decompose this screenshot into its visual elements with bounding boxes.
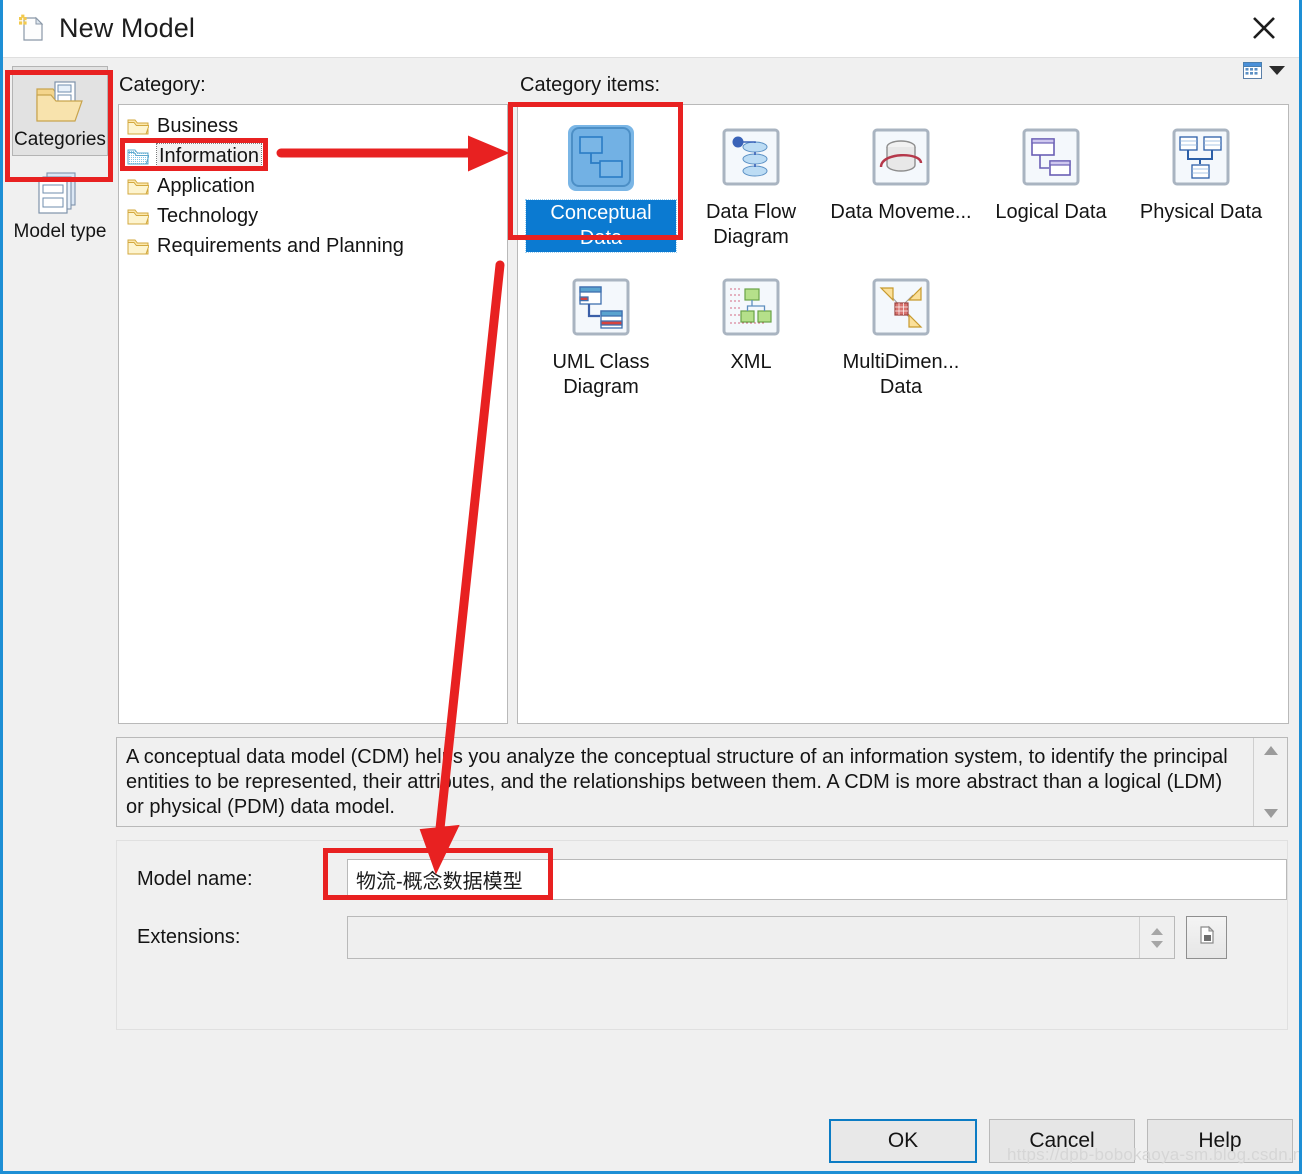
uml-class-diagram-icon bbox=[568, 275, 634, 341]
item-label: Logical Data bbox=[995, 201, 1107, 223]
item-label: XML bbox=[730, 351, 772, 373]
category-items-header: Category items: bbox=[520, 74, 661, 96]
extensions-browse-button[interactable] bbox=[1186, 916, 1227, 959]
item-xml[interactable]: XML bbox=[676, 265, 826, 415]
data-movement-icon bbox=[868, 125, 934, 191]
category-list-item-label: Application bbox=[157, 175, 255, 197]
folder-icon bbox=[127, 117, 150, 136]
logical-data-icon bbox=[1018, 125, 1084, 191]
new-model-dialog: New Model Categories Model type Category… bbox=[0, 0, 1302, 1174]
chevron-up-icon[interactable] bbox=[1151, 927, 1163, 935]
rail-item-label: Categories bbox=[14, 129, 106, 150]
category-list-item-label: Requirements and Planning bbox=[157, 235, 404, 257]
model-name-input[interactable]: 物流-概念数据模型 bbox=[347, 859, 1287, 900]
category-list-item[interactable]: Requirements and Planning bbox=[119, 231, 507, 261]
description-panel: A conceptual data model (CDM) helps you … bbox=[116, 737, 1288, 827]
mode-rail: Categories Model type bbox=[6, 58, 114, 1168]
folder-icon bbox=[127, 177, 150, 196]
description-scrollbar[interactable] bbox=[1253, 738, 1287, 826]
grid-view-icon[interactable] bbox=[1243, 62, 1262, 79]
category-list-item-label: Information bbox=[155, 143, 263, 169]
view-mode-control[interactable] bbox=[1243, 62, 1285, 79]
extensions-input[interactable] bbox=[347, 916, 1175, 959]
item-label: Conceptual Data bbox=[525, 199, 677, 253]
extensions-label: Extensions: bbox=[137, 926, 241, 948]
category-list-item[interactable]: Business bbox=[119, 111, 507, 141]
browse-file-icon bbox=[1197, 925, 1217, 950]
item-label: UML Class Diagram bbox=[552, 351, 650, 398]
data-flow-diagram-icon bbox=[718, 125, 784, 191]
item-label: MultiDimen... Data bbox=[842, 351, 960, 398]
new-model-document-icon bbox=[17, 14, 47, 44]
chevron-up-icon[interactable] bbox=[1263, 746, 1278, 755]
rail-item-categories[interactable]: Categories bbox=[12, 66, 108, 156]
item-multidimensional-data[interactable]: MultiDimen... Data bbox=[826, 265, 976, 415]
close-icon[interactable] bbox=[1241, 7, 1287, 49]
cancel-button[interactable]: Cancel bbox=[989, 1119, 1135, 1163]
dialog-button-bar: OK Cancel Help bbox=[3, 1119, 1299, 1165]
item-label: Data Moveme... bbox=[830, 201, 972, 223]
physical-data-icon bbox=[1168, 125, 1234, 191]
rail-item-model-type[interactable]: Model type bbox=[12, 158, 108, 248]
item-label: Physical Data bbox=[1139, 201, 1263, 223]
multidimensional-data-icon bbox=[868, 275, 934, 341]
extensions-value bbox=[348, 917, 1139, 958]
folder-icon bbox=[127, 147, 150, 166]
rail-item-label: Model type bbox=[13, 221, 107, 242]
category-list[interactable]: Business Information Application Technol… bbox=[118, 104, 508, 724]
extensions-stepper[interactable] bbox=[1139, 917, 1174, 958]
chevron-down-icon[interactable] bbox=[1269, 66, 1285, 75]
category-header: Category: bbox=[119, 74, 206, 96]
conceptual-data-icon bbox=[568, 125, 634, 191]
model-name-label: Model name: bbox=[137, 868, 253, 890]
category-list-item[interactable]: Application bbox=[119, 171, 507, 201]
stacked-windows-icon bbox=[33, 169, 87, 219]
xml-icon bbox=[718, 275, 784, 341]
item-label: Data Flow Diagram bbox=[705, 201, 797, 248]
item-physical-data[interactable]: Physical Data bbox=[1126, 115, 1276, 265]
chevron-down-icon[interactable] bbox=[1151, 940, 1163, 948]
item-uml-class-diagram[interactable]: UML Class Diagram bbox=[526, 265, 676, 415]
category-list-item-label: Business bbox=[157, 115, 239, 137]
item-logical-data[interactable]: Logical Data bbox=[976, 115, 1126, 265]
selection-overlay bbox=[568, 125, 634, 191]
help-button[interactable]: Help bbox=[1147, 1119, 1293, 1163]
extensions-row: Extensions: bbox=[137, 916, 1227, 959]
chevron-down-icon[interactable] bbox=[1263, 809, 1278, 818]
folder-icon bbox=[127, 207, 150, 226]
form-panel: Model name: 物流-概念数据模型 Extensions: bbox=[116, 840, 1288, 1030]
folder-icon bbox=[127, 237, 150, 256]
item-data-movement[interactable]: Data Moveme... bbox=[826, 115, 976, 265]
page-title: New Model bbox=[59, 13, 195, 43]
folder-documents-icon bbox=[33, 77, 87, 127]
description-text: A conceptual data model (CDM) helps you … bbox=[126, 746, 1228, 818]
title-bar: New Model bbox=[3, 0, 1299, 58]
ok-button[interactable]: OK bbox=[829, 1119, 977, 1163]
item-data-flow-diagram[interactable]: Data Flow Diagram bbox=[676, 115, 826, 265]
category-list-item[interactable]: Technology bbox=[119, 201, 507, 231]
model-name-row: Model name: 物流-概念数据模型 bbox=[137, 859, 1287, 900]
category-list-item-label: Technology bbox=[157, 205, 259, 227]
item-conceptual-data[interactable]: Conceptual Data bbox=[525, 115, 677, 265]
category-list-item-information[interactable]: Information bbox=[119, 141, 507, 171]
category-items-grid[interactable]: Conceptual Data Data Flow Diagram Data M… bbox=[517, 104, 1289, 724]
